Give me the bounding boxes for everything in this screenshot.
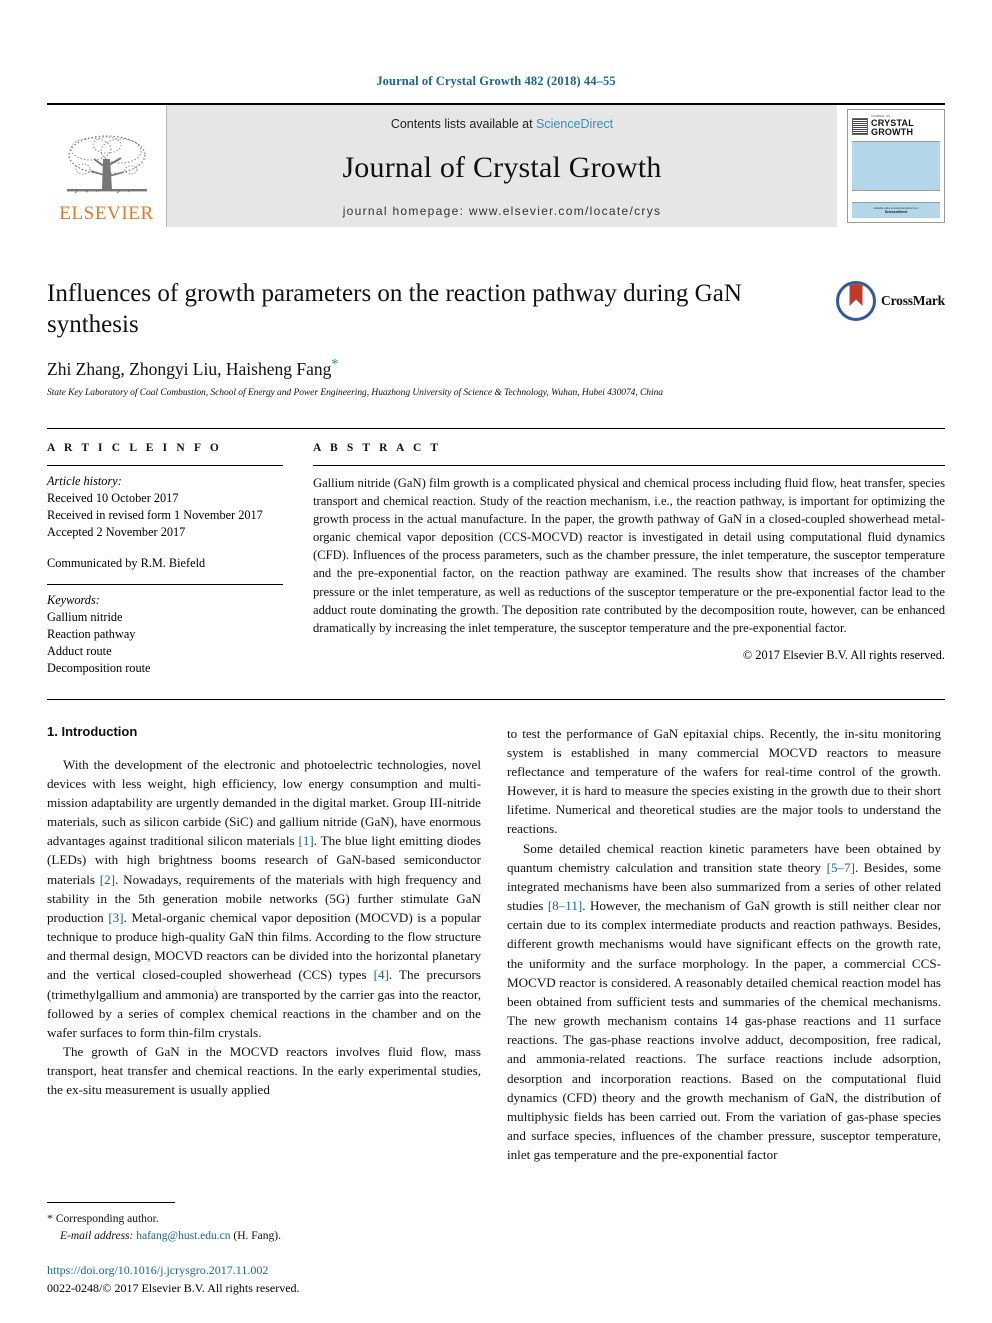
- doi-link[interactable]: https://doi.org/10.1016/j.jcrysgro.2017.…: [47, 1262, 481, 1279]
- footnote-rule: [47, 1201, 175, 1203]
- keyword-item: Gallium nitride: [47, 609, 123, 624]
- left-paragraphs: With the development of the electronic a…: [47, 755, 481, 1100]
- history-accepted: Accepted 2 November 2017: [47, 524, 186, 539]
- page-title: Influences of growth parameters on the r…: [47, 280, 742, 338]
- cover-image-panel: [852, 141, 940, 191]
- info-abstract-row: A R T I C L E I N F O Article history: R…: [47, 427, 945, 677]
- citation-link[interactable]: [8–11]: [548, 898, 582, 913]
- right-paragraphs: to test the performance of GaN epitaxial…: [507, 724, 941, 1165]
- contents-prefix: Contents lists available at: [390, 117, 537, 131]
- history-revised: Received in revised form 1 November 2017: [47, 507, 263, 522]
- paragraph-text: to test the performance of GaN epitaxial…: [507, 725, 941, 837]
- elsevier-tree-icon: [66, 135, 147, 194]
- sciencedirect-link[interactable]: ScienceDirect: [536, 117, 613, 131]
- footnote-block: * Corresponding author. E-mail address: …: [47, 1201, 481, 1297]
- author-names: Zhi Zhang, Zhongyi Liu, Haisheng Fang: [47, 358, 332, 379]
- abstract-column: A B S T R A C T Gallium nitride (GaN) fi…: [313, 442, 945, 677]
- crossmark-label: CrossMark: [881, 293, 945, 308]
- body-paragraph: Some detailed chemical reaction kinetic …: [507, 839, 941, 1165]
- body-paragraph: to test the performance of GaN epitaxial…: [507, 724, 941, 839]
- cover-title-line2: GROWTH: [871, 127, 914, 138]
- article-history-label: Article history:: [47, 473, 122, 488]
- cover-white-strip: [852, 190, 940, 203]
- cover-header: JOURNAL OF CRYSTAL GROWTH: [852, 114, 940, 139]
- journal-cover-thumbnail[interactable]: JOURNAL OF CRYSTAL GROWTH Available onli…: [847, 109, 945, 223]
- journal-title: Journal of Crystal Growth: [342, 150, 662, 184]
- body-separator-rule: [47, 698, 945, 700]
- crossmark-icon: [836, 281, 877, 321]
- corresponding-author-marker: *: [331, 357, 339, 372]
- footnote-star: *: [47, 1210, 53, 1225]
- section-title-introduction: 1. Introduction: [47, 723, 138, 739]
- cover-footer-brand: ScienceDirect: [884, 210, 908, 215]
- email-suffix: (H. Fang).: [233, 1229, 281, 1242]
- citation-link[interactable]: [3]: [108, 910, 123, 925]
- article-info-column: A R T I C L E I N F O Article history: R…: [47, 442, 283, 677]
- email-label: E-mail address:: [60, 1229, 134, 1242]
- keywords-group: Keywords: Gallium nitride Reaction pathw…: [47, 585, 283, 677]
- abstract-copyright: © 2017 Elsevier B.V. All rights reserved…: [742, 647, 945, 662]
- citation-link[interactable]: [5–7]: [827, 860, 855, 875]
- corresponding-author-note: * Corresponding author.: [47, 1209, 481, 1228]
- cover-footer-panel: Available online at www.sciencedirect.co…: [852, 202, 940, 218]
- affiliation: State Key Laboratory of Coal Combustion,…: [47, 387, 664, 398]
- keyword-item: Decomposition route: [47, 660, 151, 675]
- author-list: Zhi Zhang, Zhongyi Liu, Haisheng Fang*: [47, 357, 820, 380]
- citation-link[interactable]: [1]: [298, 833, 313, 848]
- email-note: E-mail address: hafang@hust.edu.cn (H. F…: [47, 1228, 481, 1245]
- body-column-right: to test the performance of GaN epitaxial…: [507, 724, 941, 1165]
- title-block: Influences of growth parameters on the r…: [47, 279, 945, 398]
- corresponding-author-text: Corresponding author.: [55, 1212, 159, 1225]
- keyword-item: Reaction pathway: [47, 626, 136, 641]
- body-columns: 1. Introduction With the development of …: [47, 724, 945, 1165]
- journal-masthead: ELSEVIER Contents lists available at Sci…: [47, 103, 945, 227]
- paragraph-text: . However, the mechanism of GaN growth i…: [507, 898, 941, 1163]
- issn-copyright-line: 0022-0248/© 2017 Elsevier B.V. All right…: [47, 1280, 300, 1295]
- history-received: Received 10 October 2017: [47, 490, 179, 505]
- elsevier-logo: ELSEVIER: [47, 105, 167, 227]
- citation-link[interactable]: [2]: [100, 872, 115, 887]
- paragraph-text: The growth of GaN in the MOCVD reactors …: [47, 1044, 481, 1098]
- crossmark-ribbon-icon: [849, 284, 863, 306]
- crossmark-badge[interactable]: CrossMark: [836, 281, 945, 321]
- communicated-by: Communicated by R.M. Biefeld: [47, 555, 206, 570]
- article-history-group: Article history: Received 10 October 201…: [47, 466, 283, 572]
- paper-page: Journal of Crystal Growth 482 (2018) 44–…: [0, 0, 992, 1323]
- title-left: Influences of growth parameters on the r…: [47, 279, 836, 398]
- keyword-item: Adduct route: [47, 643, 112, 658]
- keywords-label: Keywords:: [47, 592, 100, 607]
- body-paragraph: The growth of GaN in the MOCVD reactors …: [47, 1042, 481, 1100]
- article-info-heading: A R T I C L E I N F O: [47, 441, 222, 454]
- body-paragraph: With the development of the electronic a…: [47, 755, 481, 1043]
- journal-homepage-line[interactable]: journal homepage: www.elsevier.com/locat…: [343, 204, 662, 218]
- cover-barcode-icon: [852, 118, 868, 136]
- journal-band: Contents lists available at ScienceDirec…: [167, 105, 837, 227]
- email-link[interactable]: hafang@hust.edu.cn: [136, 1230, 230, 1242]
- contents-available-line: Contents lists available at ScienceDirec…: [391, 117, 613, 131]
- citation-link[interactable]: [4]: [374, 967, 389, 982]
- elsevier-wordmark: ELSEVIER: [59, 203, 154, 224]
- body-column-left: 1. Introduction With the development of …: [47, 724, 481, 1165]
- cover-title-wrap: JOURNAL OF CRYSTAL GROWTH: [871, 115, 914, 138]
- abstract-heading: A B S T R A C T: [313, 441, 442, 454]
- doi-block: https://doi.org/10.1016/j.jcrysgro.2017.…: [47, 1262, 481, 1297]
- abstract-text: Gallium nitride (GaN) film growth is a c…: [313, 475, 945, 635]
- running-head: Journal of Crystal Growth 482 (2018) 44–…: [376, 74, 616, 88]
